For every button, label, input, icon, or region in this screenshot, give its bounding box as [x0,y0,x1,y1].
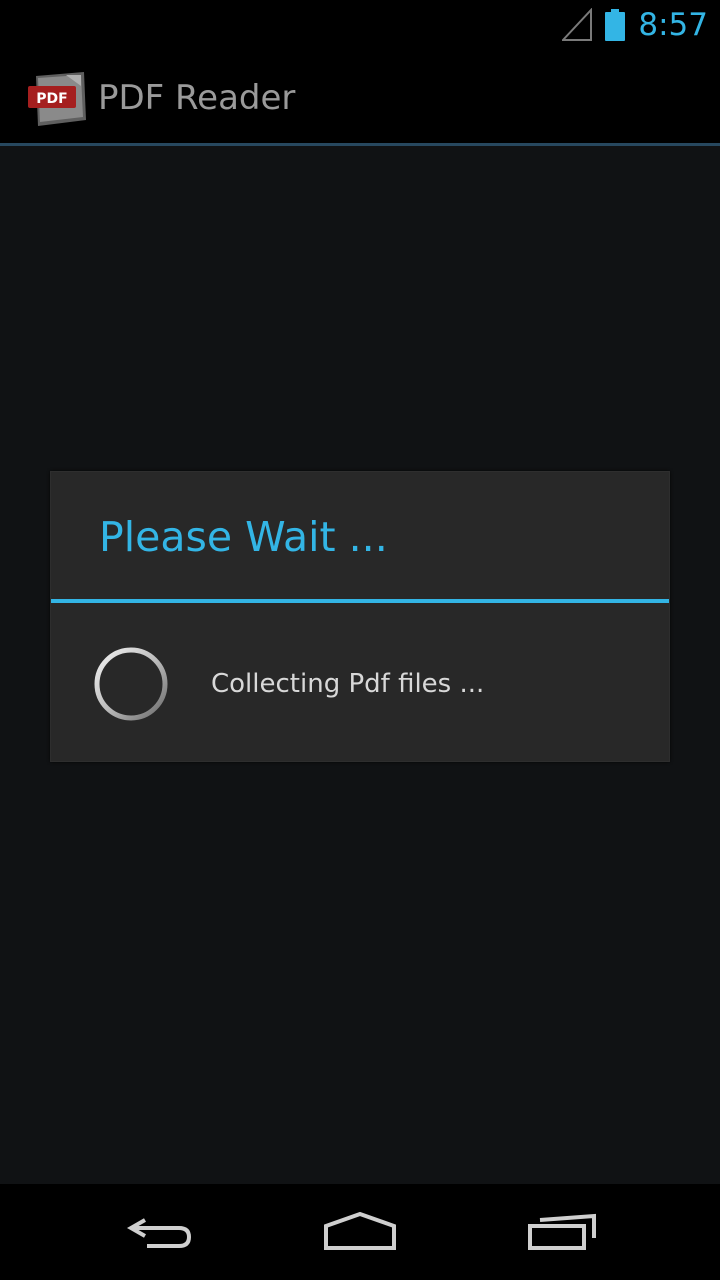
dialog-divider [51,599,669,603]
home-button[interactable] [280,1184,440,1280]
recents-icon [528,1213,596,1250]
dialog-title: Please Wait ... [99,513,388,561]
signal-icon [562,8,593,41]
loading-spinner-icon [94,647,168,721]
status-icons: 8:57 [562,0,708,50]
back-button[interactable] [80,1184,240,1280]
dialog-message: Collecting Pdf files ... [211,669,485,699]
app-icon-label: PDF [36,91,67,107]
back-icon [126,1218,192,1248]
progress-dialog: Please Wait ... Collecting Pdf files ... [50,471,670,762]
status-bar: 8:57 [0,0,720,50]
clock: 8:57 [638,7,708,43]
screen: 8:57 PDF PDF Reader Please Wait ... Coll… [0,0,720,1280]
home-icon [324,1212,396,1250]
recents-button[interactable] [482,1184,642,1280]
app-title: PDF Reader [98,78,296,118]
battery-icon [605,9,626,41]
pdf-app-icon: PDF [28,72,86,126]
navigation-bar [0,1184,720,1280]
action-bar: PDF PDF Reader [0,50,720,146]
